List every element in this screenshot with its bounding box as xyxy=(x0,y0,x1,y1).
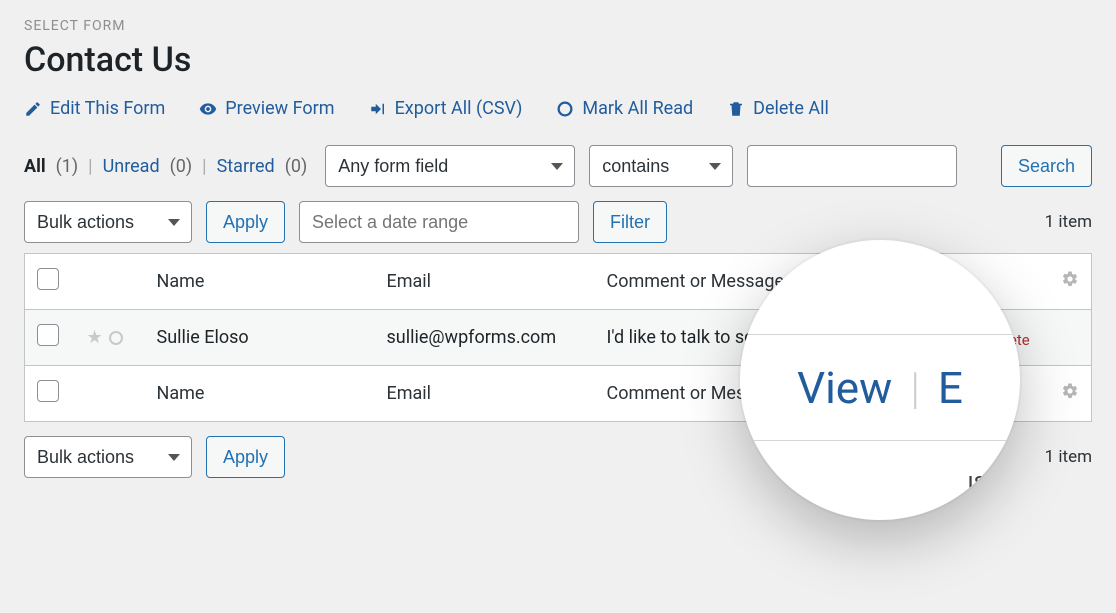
row-checkbox[interactable] xyxy=(37,324,59,346)
apply-button-top[interactable]: Apply xyxy=(206,201,285,243)
separator: | xyxy=(202,156,206,177)
item-count-top: 1 item xyxy=(1045,212,1092,232)
filters-row: All (1) | Unread (0) | Starred (0) Any f… xyxy=(24,145,1092,187)
delete-all-label: Delete All xyxy=(753,98,829,119)
gear-icon[interactable] xyxy=(1061,270,1079,288)
pencil-icon xyxy=(24,100,42,118)
column-email[interactable]: Email xyxy=(375,254,595,310)
select-all-checkbox[interactable] xyxy=(37,268,59,290)
filter-unread[interactable]: Unread xyxy=(103,156,160,177)
edit-form-link[interactable]: Edit This Form xyxy=(24,98,165,119)
magnified-edit-link-fragment[interactable]: E xyxy=(938,362,963,414)
edit-form-label: Edit This Form xyxy=(50,98,165,119)
eye-icon xyxy=(199,100,217,118)
bulk-actions-select[interactable]: Bulk actions xyxy=(24,201,192,243)
select-form-label: SELECT FORM xyxy=(24,18,1092,34)
export-all-label: Export All (CSV) xyxy=(395,98,523,119)
filter-all[interactable]: All xyxy=(24,156,46,177)
magnifier-overlay: View | E ıs xyxy=(740,240,1020,520)
export-all-link[interactable]: Export All (CSV) xyxy=(369,98,523,119)
magnified-view-link[interactable]: View xyxy=(797,362,892,414)
column-name[interactable]: Name xyxy=(145,254,375,310)
form-actions-toolbar: Edit This Form Preview Form Export All (… xyxy=(24,98,1092,119)
select-all-checkbox-footer[interactable] xyxy=(37,380,59,402)
separator: | xyxy=(88,156,92,177)
filter-unread-count: (0) xyxy=(170,156,193,177)
filter-starred[interactable]: Starred xyxy=(217,156,275,177)
column-name-footer[interactable]: Name xyxy=(145,366,375,422)
magnified-actions-fragment: ıs xyxy=(968,467,986,495)
read-indicator-icon[interactable] xyxy=(109,331,123,345)
bulk-actions-select-bottom[interactable]: Bulk actions xyxy=(24,436,192,478)
apply-button-bottom[interactable]: Apply xyxy=(206,436,285,478)
export-icon xyxy=(369,100,387,118)
gear-icon[interactable] xyxy=(1061,382,1079,400)
column-email-footer[interactable]: Email xyxy=(375,366,595,422)
preview-form-link[interactable]: Preview Form xyxy=(199,98,334,119)
cell-email: sullie@wpforms.com xyxy=(375,310,595,366)
search-button[interactable]: Search xyxy=(1001,145,1092,187)
mark-all-read-label: Mark All Read xyxy=(582,98,693,119)
filter-starred-count: (0) xyxy=(285,156,308,177)
page-title: Contact Us xyxy=(24,40,1092,80)
mark-all-read-link[interactable]: Mark All Read xyxy=(556,98,693,119)
trash-icon xyxy=(727,100,745,118)
circle-icon xyxy=(556,100,574,118)
separator: | xyxy=(910,362,920,414)
delete-all-link[interactable]: Delete All xyxy=(727,98,829,119)
condition-select[interactable]: contains xyxy=(589,145,733,187)
status-filters: All (1) | Unread (0) | Starred (0) xyxy=(24,156,307,177)
filter-all-count: (1) xyxy=(56,156,79,177)
cell-name: Sullie Eloso xyxy=(145,310,375,366)
star-icon[interactable]: ★ xyxy=(87,327,103,348)
date-range-input[interactable] xyxy=(299,201,579,243)
search-input[interactable] xyxy=(747,145,957,187)
field-select[interactable]: Any form field xyxy=(325,145,575,187)
preview-form-label: Preview Form xyxy=(225,98,334,119)
filter-button[interactable]: Filter xyxy=(593,201,667,243)
item-count-bottom: 1 item xyxy=(1045,447,1092,467)
bulk-actions-top: Bulk actions Apply Filter 1 item xyxy=(24,201,1092,243)
